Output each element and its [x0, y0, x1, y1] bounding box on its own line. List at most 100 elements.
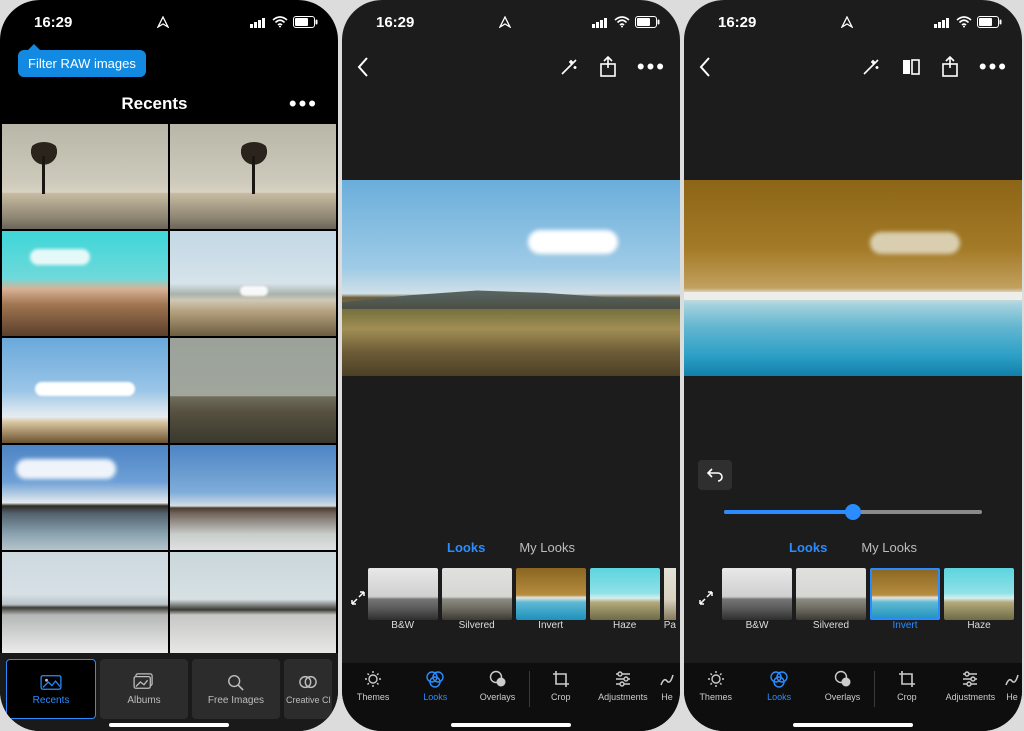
tool-overlays[interactable]: Overlays: [811, 669, 874, 702]
tab-my-looks[interactable]: My Looks: [861, 540, 917, 568]
tab-label: Recents: [33, 695, 70, 706]
screen-editor-looks: 16:29 ••• Looks My Looks B&W Silvered In…: [342, 0, 680, 731]
tool-he[interactable]: He: [654, 669, 680, 702]
page-title: Recents: [20, 94, 289, 114]
photo-thumb[interactable]: [170, 231, 336, 336]
home-indicator[interactable]: [793, 723, 913, 727]
photo-thumb[interactable]: [2, 552, 168, 657]
looks-tabs: Looks My Looks: [684, 540, 1022, 568]
look-label: Silvered: [459, 620, 495, 631]
status-bar: 16:29: [342, 0, 680, 44]
tool-crop[interactable]: Crop: [875, 669, 938, 702]
tool-adjustments[interactable]: Adjustments: [939, 669, 1002, 702]
status-time: 16:29: [376, 14, 414, 31]
image-preview[interactable]: [342, 180, 680, 376]
tool-he[interactable]: He: [1002, 669, 1022, 702]
tab-looks[interactable]: Looks: [789, 540, 827, 568]
tab-looks[interactable]: Looks: [447, 540, 485, 568]
tool-label: Crop: [551, 692, 571, 702]
back-icon[interactable]: [356, 56, 370, 78]
look-silvered[interactable]: Silvered: [796, 568, 866, 631]
intensity-slider[interactable]: [724, 510, 982, 514]
photo-thumb[interactable]: [2, 231, 168, 336]
looks-strip[interactable]: B&W Silvered Invert Haze Pa: [342, 568, 680, 646]
photo-thumb[interactable]: [170, 552, 336, 657]
expand-icon[interactable]: [690, 568, 722, 628]
look-haze[interactable]: Haze: [590, 568, 660, 631]
tool-looks[interactable]: Looks: [404, 669, 466, 702]
photo-grid: [0, 124, 338, 661]
screen-editor-invert: 16:29 ••• Looks My Looks B&W Silvered In…: [684, 0, 1022, 731]
tab-label: Free Images: [208, 695, 264, 706]
tool-label: Looks: [767, 692, 791, 702]
looks-strip[interactable]: B&W Silvered Invert Haze: [684, 568, 1022, 646]
photo-thumb[interactable]: [2, 338, 168, 443]
tab-recents[interactable]: Recents: [6, 659, 96, 719]
photo-thumb[interactable]: [170, 338, 336, 443]
editor-toolbar: Themes Looks Overlays Crop Adjustments H…: [342, 663, 680, 731]
tab-label: Albums: [127, 695, 160, 706]
look-bw[interactable]: B&W: [722, 568, 792, 631]
share-icon[interactable]: [599, 56, 617, 78]
tab-albums[interactable]: Albums: [100, 659, 188, 719]
bottom-tab-bar: Recents Albums Free Images Creative Clou…: [0, 653, 338, 731]
tool-crop[interactable]: Crop: [530, 669, 592, 702]
back-icon[interactable]: [698, 56, 712, 78]
looks-tabs: Looks My Looks: [342, 540, 680, 568]
tool-themes[interactable]: Themes: [342, 669, 404, 702]
look-haze[interactable]: Haze: [944, 568, 1014, 631]
look-bw[interactable]: B&W: [368, 568, 438, 631]
auto-enhance-icon[interactable]: [559, 57, 579, 77]
tab-creative-cloud[interactable]: Creative Cloud: [284, 659, 332, 719]
tool-label: Overlays: [825, 692, 861, 702]
tool-themes[interactable]: Themes: [684, 669, 747, 702]
tab-my-looks[interactable]: My Looks: [519, 540, 575, 568]
tool-label: Adjustments: [946, 692, 996, 702]
look-label: Haze: [967, 620, 990, 631]
filter-raw-tooltip[interactable]: Filter RAW images: [18, 50, 146, 77]
status-nav-icon: [499, 16, 511, 28]
tool-overlays[interactable]: Overlays: [466, 669, 528, 702]
photo-thumb[interactable]: [170, 445, 336, 550]
signal-icon: [250, 17, 267, 28]
look-label: Pa: [664, 620, 676, 631]
tool-label: Adjustments: [598, 692, 648, 702]
screen-gallery: 16:29 Filter RAW images Recents ••• Rece…: [0, 0, 338, 731]
tab-label: Creative Cloud: [286, 695, 330, 705]
wifi-icon: [956, 16, 972, 28]
home-indicator[interactable]: [451, 723, 571, 727]
look-label: B&W: [746, 620, 769, 631]
look-invert[interactable]: Invert: [516, 568, 586, 631]
status-bar: 16:29: [0, 0, 338, 44]
expand-icon[interactable]: [348, 568, 368, 628]
wifi-icon: [272, 16, 288, 28]
look-silvered[interactable]: Silvered: [442, 568, 512, 631]
undo-button[interactable]: [698, 460, 732, 490]
auto-enhance-icon[interactable]: [861, 57, 881, 77]
look-invert[interactable]: Invert: [870, 568, 940, 631]
editor-header: •••: [684, 44, 1022, 90]
look-pa[interactable]: Pa: [664, 568, 676, 631]
gallery-header: Recents •••: [0, 84, 338, 124]
status-bar: 16:29: [684, 0, 1022, 44]
slider-knob[interactable]: [845, 504, 861, 520]
tool-label: Overlays: [480, 692, 516, 702]
photo-thumb[interactable]: [2, 124, 168, 229]
image-preview[interactable]: [684, 180, 1022, 376]
home-indicator[interactable]: [109, 723, 229, 727]
tab-free-images[interactable]: Free Images: [192, 659, 280, 719]
status-time: 16:29: [34, 14, 72, 31]
share-icon[interactable]: [941, 56, 959, 78]
look-label: Invert: [892, 620, 917, 631]
tool-label: Crop: [897, 692, 917, 702]
compare-icon[interactable]: [901, 57, 921, 77]
battery-icon: [635, 16, 660, 28]
tool-label: Themes: [357, 692, 390, 702]
battery-icon: [293, 16, 318, 28]
tool-adjustments[interactable]: Adjustments: [592, 669, 654, 702]
photo-thumb[interactable]: [2, 445, 168, 550]
tool-label: He: [661, 692, 673, 702]
tool-looks[interactable]: Looks: [747, 669, 810, 702]
photo-thumb[interactable]: [170, 124, 336, 229]
wifi-icon: [614, 16, 630, 28]
